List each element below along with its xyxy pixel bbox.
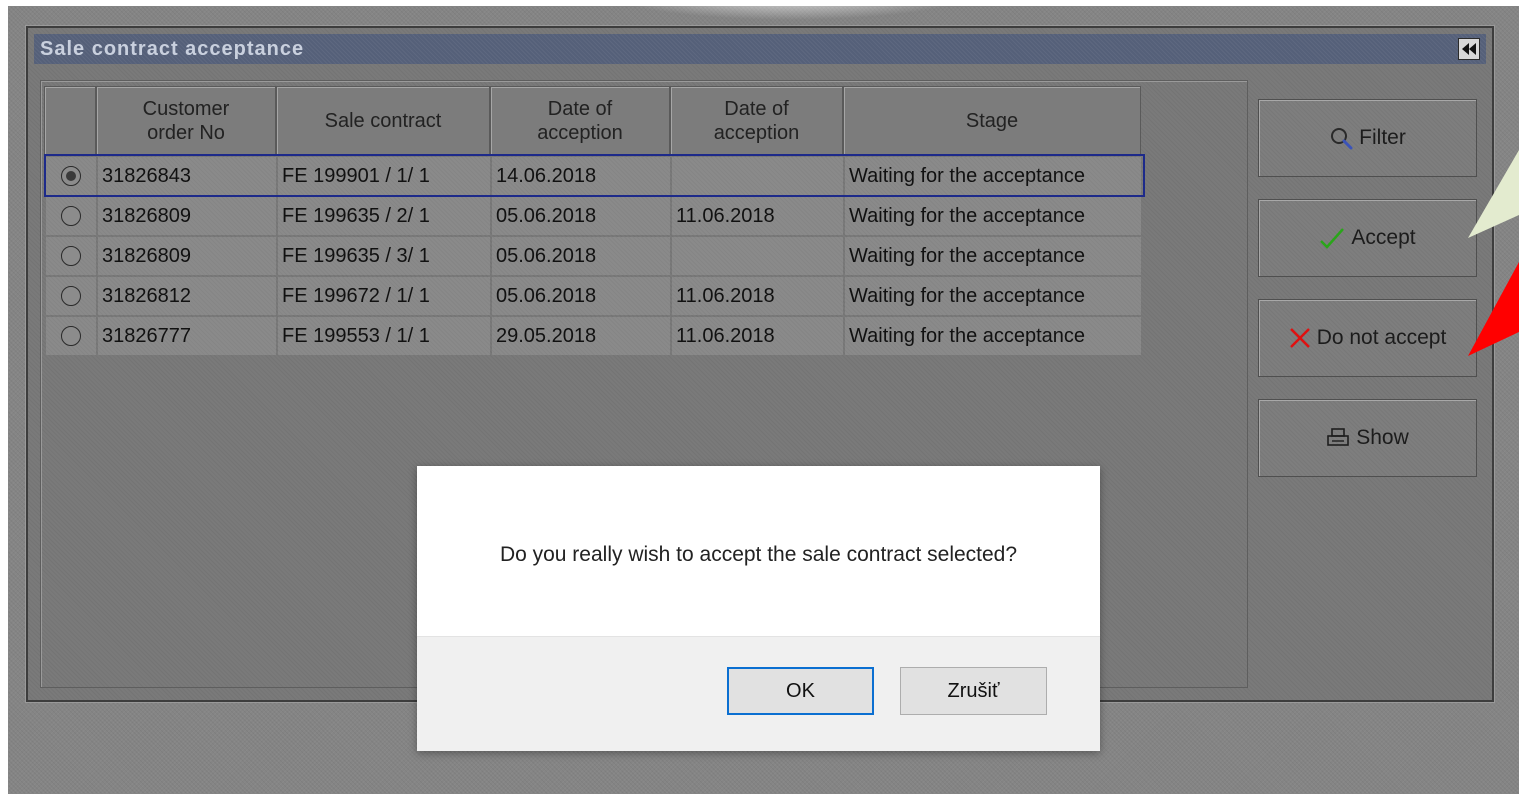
dialog-footer: OK Zrušiť [417,636,1100,751]
table-row[interactable]: 31826777 FE 199553 / 1/ 1 29.05.2018 11.… [46,316,1143,356]
accept-label: Accept [1351,226,1416,249]
accept-button[interactable]: Accept [1258,199,1477,277]
cell-sale-contract: FE 199635 / 2/ 1 [278,197,490,235]
cancel-button[interactable]: Zrušiť [900,667,1047,715]
cell-stage: Waiting for the acceptance [845,277,1141,315]
double-chevron-left-icon [1462,43,1476,55]
cell-date1: 05.06.2018 [492,237,670,275]
cell-date1: 05.06.2018 [492,277,670,315]
header-stage-label: Stage [965,110,1019,132]
header-order-no[interactable]: Customer order No [96,86,276,156]
cell-order-no: 31826777 [98,317,276,355]
show-button[interactable]: Show [1258,399,1477,477]
filter-label: Filter [1359,126,1406,149]
header-date2-label: Date of acception [713,98,800,144]
header-date-of-acception-2[interactable]: Date of acception [670,86,843,156]
cell-sale-contract: FE 199901 / 1/ 1 [278,157,490,195]
checkmark-icon [1319,227,1345,249]
header-sale-contract-label: Sale contract [324,110,442,132]
cell-date2: 11.06.2018 [672,197,843,235]
cell-date1: 14.06.2018 [492,157,670,195]
cell-order-no: 31826843 [98,157,276,195]
table-row[interactable]: 31826812 FE 199672 / 1/ 1 05.06.2018 11.… [46,276,1143,316]
collapse-panel-button[interactable] [1458,38,1480,60]
cell-date2 [672,237,843,275]
x-icon [1289,327,1311,349]
cell-stage: Waiting for the acceptance [845,197,1141,235]
cell-date1: 05.06.2018 [492,197,670,235]
cell-sale-contract: FE 199672 / 1/ 1 [278,277,490,315]
printer-icon [1326,427,1350,449]
cell-date2 [672,157,843,195]
do-not-accept-label: Do not accept [1316,326,1447,349]
show-label: Show [1356,426,1409,449]
radio-button[interactable] [61,246,81,266]
header-date1-label: Date of acception [537,98,623,144]
window-titlebar: Sale contract acceptance [34,34,1486,64]
confirm-dialog: Do you really wish to accept the sale co… [417,466,1100,751]
cell-date1: 29.05.2018 [492,317,670,355]
header-select-col [44,86,96,156]
header-date-of-acception-1[interactable]: Date of acception [490,86,670,156]
magnifier-icon [1329,126,1353,150]
cell-order-no: 31826812 [98,277,276,315]
header-stage[interactable]: Stage [843,86,1141,156]
cell-stage: Waiting for the acceptance [845,317,1141,355]
cell-sale-contract: FE 199635 / 3/ 1 [278,237,490,275]
cell-date2: 11.06.2018 [672,317,843,355]
filter-button[interactable]: Filter [1258,99,1477,177]
cell-stage: Waiting for the acceptance [845,157,1141,195]
table-row[interactable]: 31826809 FE 199635 / 2/ 1 05.06.2018 11.… [46,196,1143,236]
row-select-cell[interactable] [46,197,96,235]
header-order-no-label: Customer order No [142,98,230,144]
row-select-cell[interactable] [46,157,96,195]
cell-order-no: 31826809 [98,197,276,235]
cell-date2: 11.06.2018 [672,277,843,315]
table-header: Customer order No Sale contract Date of … [44,86,1141,156]
row-select-cell[interactable] [46,237,96,275]
table-row[interactable]: 31826843 FE 199901 / 1/ 1 14.06.2018 Wai… [46,156,1143,196]
cell-order-no: 31826809 [98,237,276,275]
row-select-cell[interactable] [46,277,96,315]
cell-stage: Waiting for the acceptance [845,237,1141,275]
radio-button[interactable] [61,286,81,306]
row-select-cell[interactable] [46,317,96,355]
window-title: Sale contract acceptance [40,38,305,60]
radio-button-selected[interactable] [61,166,81,186]
header-sale-contract[interactable]: Sale contract [276,86,490,156]
ok-button[interactable]: OK [727,667,874,715]
do-not-accept-button[interactable]: Do not accept [1258,299,1477,377]
cell-sale-contract: FE 199553 / 1/ 1 [278,317,490,355]
radio-button[interactable] [61,326,81,346]
table-row[interactable]: 31826809 FE 199635 / 3/ 1 05.06.2018 Wai… [46,236,1143,276]
radio-button[interactable] [61,206,81,226]
dialog-message: Do you really wish to accept the sale co… [499,543,1018,566]
